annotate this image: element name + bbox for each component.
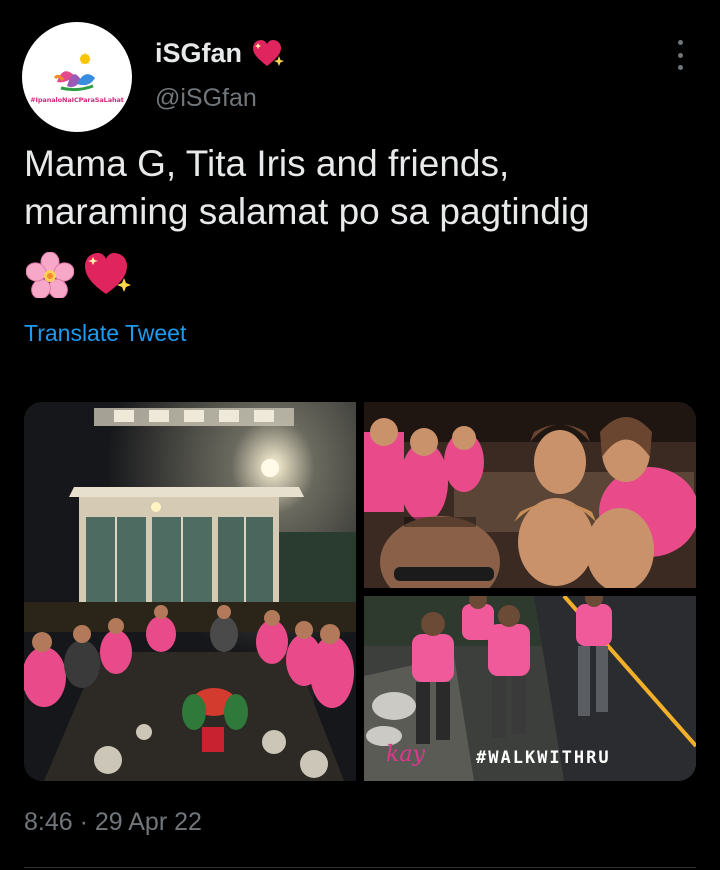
translate-tweet-link[interactable]: Translate Tweet xyxy=(24,320,186,347)
photo-group-selfie[interactable] xyxy=(364,402,696,588)
dinner-photo-illustration xyxy=(24,402,356,781)
author-handle[interactable]: @iSGfan xyxy=(155,84,257,113)
photo-signature: kay xyxy=(386,742,425,767)
cherry-blossom-icon xyxy=(26,252,74,298)
tweet-text-line-1: Mama G, Tita Iris and friends, xyxy=(24,143,510,184)
more-options-icon[interactable] xyxy=(674,40,686,70)
tweet-timestamp[interactable]: 8:46 · 29 Apr 22 xyxy=(24,808,202,837)
display-name-text: iSGfan xyxy=(155,38,243,68)
sparkling-heart-icon xyxy=(85,253,131,294)
divider xyxy=(24,867,696,868)
photo-walk[interactable]: kay #WALKWITHRU xyxy=(364,596,696,781)
author-avatar[interactable]: #IpanaloNaICParaSaLahat xyxy=(22,22,132,132)
author-display-name[interactable]: iSGfan xyxy=(155,38,286,69)
selfie-photo-illustration xyxy=(364,402,696,588)
tweet-emojis xyxy=(26,252,134,298)
walk-hashtag: #WALKWITHRU xyxy=(476,748,611,768)
tweet-text-line-2: maraming salamat po sa pagtindig xyxy=(24,191,590,232)
avatar-caption: #IpanaloNaICParaSaLahat xyxy=(30,96,124,104)
sampaguita-logo-icon xyxy=(53,52,95,92)
tweet-text: Mama G, Tita Iris and friends, maraming … xyxy=(24,140,704,236)
media-grid: kay #WALKWITHRU xyxy=(24,402,696,781)
sparkling-heart-icon xyxy=(253,39,285,66)
photo-dinner-group[interactable] xyxy=(24,402,356,781)
